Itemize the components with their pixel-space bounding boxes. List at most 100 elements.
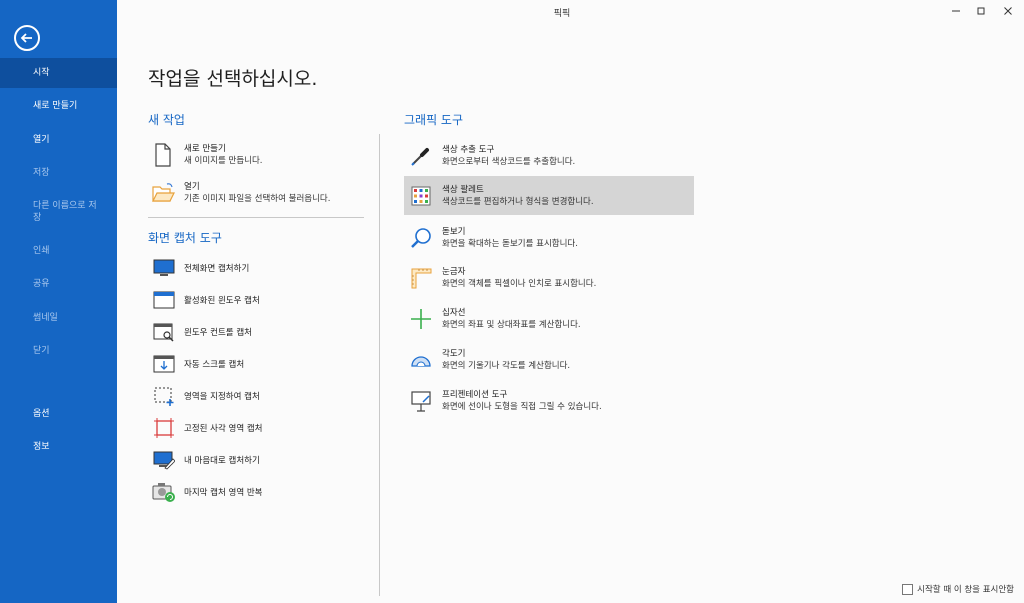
- sidebar-item-label: 닫기: [33, 346, 50, 356]
- sidebar-item-start[interactable]: 시작: [0, 58, 117, 88]
- crosshair-item[interactable]: 십자선 화면의 좌표 및 상대좌표를 계산합니다.: [404, 303, 694, 335]
- presentation-item[interactable]: 프리젠테이션 도구 화면에 선이나 도형을 직접 그릴 수 있습니다.: [404, 385, 694, 417]
- capture-active-window-item[interactable]: 활성화된 윈도우 캡처: [152, 287, 260, 313]
- item-label: 전체화면 캡처하기: [184, 264, 250, 274]
- item-desc: 화면을 확대하는 돋보기를 표시합니다.: [442, 239, 578, 249]
- sidebar-item-label: 정보: [33, 442, 50, 452]
- window-magnifier-icon: [152, 320, 176, 344]
- item-label: 마지막 캡처 영역 반복: [184, 488, 263, 498]
- close-button[interactable]: [995, 0, 1021, 22]
- item-title: 프리젠테이션 도구: [442, 390, 508, 400]
- item-desc: 화면으로부터 색상코드를 추출합니다.: [442, 157, 576, 167]
- new-document-icon: [150, 142, 176, 168]
- protractor-item[interactable]: 각도기 화면의 기울기나 각도를 계산합니다.: [404, 344, 694, 376]
- sidebar-item-about[interactable]: 정보: [0, 441, 117, 453]
- section-title-new-task: 새 작업: [148, 113, 185, 127]
- sidebar-item-label: 공유: [33, 279, 50, 289]
- item-desc: 화면의 기울기나 각도를 계산합니다.: [442, 361, 571, 371]
- column-divider: [379, 134, 380, 596]
- sidebar-item-label: 인쇄: [33, 246, 50, 256]
- monitor-icon: [152, 256, 176, 280]
- sidebar-item-label: 시작: [33, 68, 50, 78]
- open-image-item[interactable]: 열기 기존 이미지 파일을 선택하여 불러옵니다.: [150, 178, 365, 208]
- sidebar-item-label: 썸네일: [33, 313, 58, 323]
- crosshair-icon: [408, 306, 434, 332]
- checkbox-box[interactable]: [902, 583, 914, 595]
- minimize-icon: [952, 10, 960, 12]
- ruler-item[interactable]: 눈금자 화면의 객체를 픽셀이나 인치로 표시합니다.: [404, 262, 694, 294]
- item-label: 고정된 사각 영역 캡처: [184, 424, 263, 434]
- ruler-icon: [408, 265, 434, 291]
- fixed-rect-icon: [152, 416, 176, 440]
- capture-fullscreen-item[interactable]: 전체화면 캡처하기: [152, 255, 249, 281]
- checkbox-label: 시작할 때 이 창을 표시안함: [917, 585, 1014, 595]
- sidebar-item-label: 다른 이름으로 저장: [33, 201, 97, 223]
- item-label: 활성화된 윈도우 캡처: [184, 296, 260, 306]
- protractor-icon: [408, 347, 434, 373]
- sidebar-item-print[interactable]: 인쇄: [0, 245, 117, 257]
- sidebar-item-open[interactable]: 열기: [0, 134, 117, 146]
- capture-window-control-item[interactable]: 윈도우 컨트롤 캡처: [152, 319, 252, 345]
- window-title: 픽픽: [553, 9, 571, 19]
- item-label: 내 마음대로 캡처하기: [184, 456, 260, 466]
- color-palette-item[interactable]: 색상 팔레트 색상코드를 편집하거나 형식을 변경합니다.: [404, 176, 694, 215]
- close-icon: [1004, 7, 1012, 15]
- item-title: 눈금자: [442, 267, 466, 277]
- sidebar: 시작 새로 만들기 열기 저장 다른 이름으로 저장 인쇄 공유 썸네일 닫기 …: [0, 0, 117, 603]
- item-title: 각도기: [442, 349, 466, 359]
- sidebar-item-save[interactable]: 저장: [0, 167, 117, 179]
- hide-on-startup-checkbox[interactable]: 시작할 때 이 창을 표시안함: [902, 583, 1014, 595]
- open-folder-icon: [150, 180, 176, 206]
- eyedropper-icon: [408, 143, 434, 169]
- capture-region-item[interactable]: 영역을 지정하여 캡처: [152, 383, 260, 409]
- item-desc: 화면에 선이나 도형을 직접 그릴 수 있습니다.: [442, 402, 602, 412]
- section-title-capture: 화면 캡처 도구: [148, 231, 222, 245]
- item-title: 색상 팔레트: [442, 184, 484, 195]
- scroll-down-icon: [152, 352, 176, 376]
- sidebar-item-label: 새로 만들기: [33, 101, 78, 111]
- item-title: 새로 만들기: [184, 144, 226, 154]
- window-icon: [152, 288, 176, 312]
- title-bar: 픽픽: [117, 0, 1024, 24]
- item-desc: 색상코드를 편집하거나 형식을 변경합니다.: [442, 196, 594, 207]
- item-desc: 기존 이미지 파일을 선택하여 불러옵니다.: [184, 194, 331, 204]
- item-desc: 화면의 좌표 및 상대좌표를 계산합니다.: [442, 320, 581, 330]
- whiteboard-pen-icon: [408, 388, 434, 414]
- capture-fixed-region-item[interactable]: 고정된 사각 영역 캡처: [152, 415, 263, 441]
- capture-scroll-item[interactable]: 자동 스크롤 캡처: [152, 351, 244, 377]
- sidebar-item-options[interactable]: 옵션: [0, 408, 117, 420]
- item-label: 윈도우 컨트롤 캡처: [184, 328, 252, 338]
- sidebar-item-close[interactable]: 닫기: [0, 345, 117, 357]
- sidebar-item-thumbnail[interactable]: 썸네일: [0, 312, 117, 324]
- region-select-icon: [152, 384, 176, 408]
- maximize-icon: [977, 7, 985, 15]
- color-picker-item[interactable]: 색상 추출 도구 화면으로부터 색상코드를 추출합니다.: [404, 140, 694, 172]
- back-button[interactable]: [14, 25, 40, 51]
- maximize-button[interactable]: [968, 0, 994, 22]
- minimize-button[interactable]: [943, 0, 969, 22]
- arrow-left-icon: [20, 33, 32, 43]
- palette-grid-icon: [408, 183, 434, 209]
- item-desc: 화면의 객체를 픽셀이나 인치로 표시합니다.: [442, 279, 597, 289]
- sidebar-item-new[interactable]: 새로 만들기: [0, 100, 117, 112]
- section-divider: [148, 217, 364, 218]
- page-title: 작업을 선택하십시오.: [148, 68, 318, 90]
- sidebar-item-label: 옵션: [33, 409, 50, 419]
- item-title: 열기: [184, 182, 200, 192]
- item-label: 영역을 지정하여 캡처: [184, 392, 260, 402]
- sidebar-item-share[interactable]: 공유: [0, 278, 117, 290]
- item-title: 십자선: [442, 308, 466, 318]
- item-title: 색상 추출 도구: [442, 145, 495, 155]
- capture-freehand-item[interactable]: 내 마음대로 캡처하기: [152, 447, 260, 473]
- item-title: 돋보기: [442, 227, 466, 237]
- sidebar-item-save-as[interactable]: 다른 이름으로 저장: [0, 200, 100, 224]
- new-image-item[interactable]: 새로 만들기 새 이미지를 만듭니다.: [150, 140, 365, 170]
- camera-refresh-icon: [152, 480, 176, 504]
- magnifier-icon: [408, 225, 434, 251]
- item-desc: 새 이미지를 만듭니다.: [184, 156, 263, 166]
- capture-repeat-last-item[interactable]: 마지막 캡처 영역 반복: [152, 479, 263, 505]
- sidebar-item-label: 열기: [33, 135, 50, 145]
- sidebar-item-label: 저장: [33, 168, 50, 178]
- magnifier-item[interactable]: 돋보기 화면을 확대하는 돋보기를 표시합니다.: [404, 222, 694, 254]
- monitor-pen-icon: [152, 448, 176, 472]
